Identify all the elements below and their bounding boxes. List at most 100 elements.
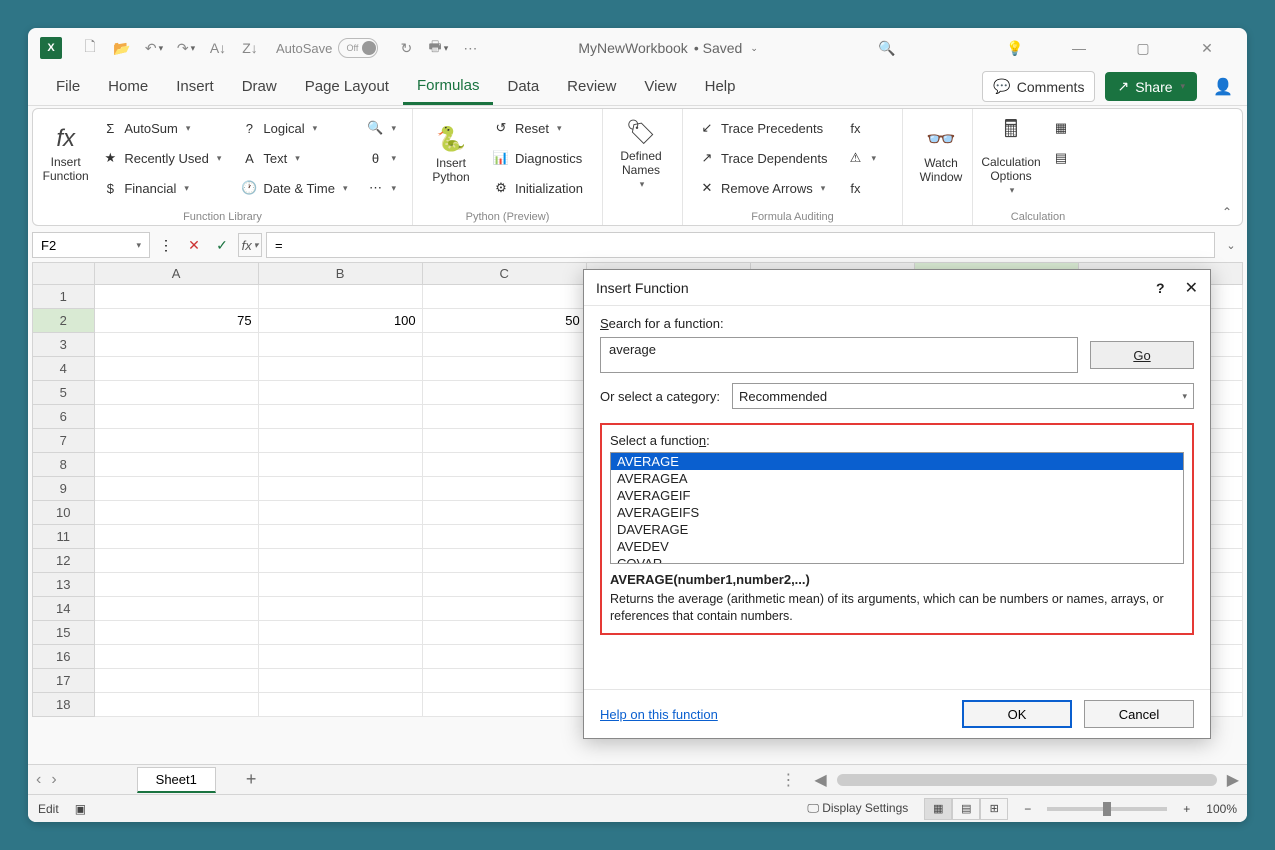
cell-A10[interactable] [94, 501, 258, 525]
hscroll-right-icon[interactable]: ▶ [1227, 770, 1239, 790]
cell-A1[interactable] [94, 285, 258, 309]
remove-arrows-button[interactable]: ✕Remove Arrows▾ [695, 175, 831, 201]
search-icon[interactable]: 🔍 [867, 32, 907, 64]
tab-page-layout[interactable]: Page Layout [291, 70, 403, 103]
more-functions-button[interactable]: ⋯▾ [363, 175, 400, 201]
cell-B2[interactable]: 100 [258, 309, 422, 333]
cell-B3[interactable] [258, 333, 422, 357]
cell-C12[interactable] [422, 549, 586, 573]
tab-review[interactable]: Review [553, 70, 630, 103]
fx-button[interactable]: fx▾ [238, 233, 262, 257]
expand-formula-bar-icon[interactable]: ⌄ [1219, 239, 1243, 252]
insert-python-button[interactable]: 🐍Insert Python [421, 113, 481, 195]
cell-A5[interactable] [94, 381, 258, 405]
page-break-view-icon[interactable]: ⊞ [980, 798, 1008, 820]
hscroll-left-icon[interactable]: ◀ [814, 770, 826, 790]
cell-C9[interactable] [422, 477, 586, 501]
evaluate-formula-button[interactable]: fx [843, 175, 880, 201]
cell-B16[interactable] [258, 645, 422, 669]
row-header-10[interactable]: 10 [33, 501, 95, 525]
row-header-18[interactable]: 18 [33, 693, 95, 717]
zoom-out-icon[interactable]: − [1024, 802, 1031, 816]
row-header-5[interactable]: 5 [33, 381, 95, 405]
cell-C5[interactable] [422, 381, 586, 405]
macro-icon[interactable]: ▣ [75, 802, 86, 816]
help-link[interactable]: Help on this function [600, 707, 718, 722]
formula-more-icon[interactable]: ⋮ [154, 233, 178, 257]
cell-A11[interactable] [94, 525, 258, 549]
reset-button[interactable]: ↺Reset▾ [489, 115, 587, 141]
row-header-1[interactable]: 1 [33, 285, 95, 309]
cell-B1[interactable] [258, 285, 422, 309]
row-header-13[interactable]: 13 [33, 573, 95, 597]
dialog-close-icon[interactable]: ✕ [1185, 278, 1198, 298]
row-header-17[interactable]: 17 [33, 669, 95, 693]
cell-B14[interactable] [258, 597, 422, 621]
close-button[interactable]: ✕ [1187, 32, 1227, 64]
cell-C14[interactable] [422, 597, 586, 621]
calc-sheet-button[interactable]: ▤ [1049, 145, 1073, 171]
math-button[interactable]: θ▾ [363, 145, 400, 171]
cell-C17[interactable] [422, 669, 586, 693]
account-icon[interactable]: 👤 [1213, 77, 1233, 97]
sort-desc-icon[interactable]: Z↓ [236, 34, 264, 62]
diagnostics-button[interactable]: 📊Diagnostics [489, 145, 587, 171]
cancel-button[interactable]: Cancel [1084, 700, 1194, 728]
cell-C15[interactable] [422, 621, 586, 645]
cell-B9[interactable] [258, 477, 422, 501]
sort-asc-icon[interactable]: A↓ [204, 34, 232, 62]
cell-C11[interactable] [422, 525, 586, 549]
show-formulas-button[interactable]: fx [843, 115, 880, 141]
trace-precedents-button[interactable]: ↙Trace Precedents [695, 115, 831, 141]
calc-now-button[interactable]: ▦ [1049, 115, 1073, 141]
initialization-button[interactable]: ⚙Initialization [489, 175, 587, 201]
tab-insert[interactable]: Insert [162, 70, 228, 103]
add-sheet-icon[interactable]: + [246, 769, 257, 790]
date-time-button[interactable]: 🕐Date & Time▾ [237, 175, 351, 201]
autosave-toggle[interactable]: AutoSave Off [276, 38, 378, 58]
defined-names-button[interactable]: 🏷Defined Names▾ [611, 113, 671, 195]
cell-B18[interactable] [258, 693, 422, 717]
cell-C7[interactable] [422, 429, 586, 453]
formula-input[interactable]: = [266, 232, 1215, 258]
row-header-15[interactable]: 15 [33, 621, 95, 645]
new-file-icon[interactable]: 🗋 [76, 34, 104, 62]
cell-A18[interactable] [94, 693, 258, 717]
calc-options-button[interactable]: 🖩Calculation Options▾ [981, 113, 1041, 195]
function-list[interactable]: AVERAGEAVERAGEAAVERAGEIFAVERAGEIFSDAVERA… [610, 452, 1184, 564]
cell-B10[interactable] [258, 501, 422, 525]
cell-B5[interactable] [258, 381, 422, 405]
cell-A12[interactable] [94, 549, 258, 573]
search-input[interactable]: average [600, 337, 1078, 373]
title-dropdown-icon[interactable]: ⌄ [750, 43, 758, 54]
cell-B11[interactable] [258, 525, 422, 549]
cell-A3[interactable] [94, 333, 258, 357]
normal-view-icon[interactable]: ▦ [924, 798, 952, 820]
tab-formulas[interactable]: Formulas [403, 69, 494, 105]
cell-A6[interactable] [94, 405, 258, 429]
refresh-icon[interactable]: ↻ [392, 34, 420, 62]
function-item-averageifs[interactable]: AVERAGEIFS [611, 504, 1183, 521]
namebox-dropdown-icon[interactable]: ▾ [136, 240, 141, 251]
column-header-C[interactable]: C [422, 263, 586, 285]
recently-used-button[interactable]: ★Recently Used▾ [98, 145, 225, 171]
function-item-covar[interactable]: COVAR [611, 555, 1183, 564]
sheet-options-icon[interactable]: ⋮ [780, 770, 796, 790]
sheet-nav-next-icon[interactable]: › [51, 771, 56, 789]
cell-A17[interactable] [94, 669, 258, 693]
function-item-averageif[interactable]: AVERAGEIF [611, 487, 1183, 504]
cell-B12[interactable] [258, 549, 422, 573]
share-button[interactable]: ↗Share▾ [1105, 72, 1197, 101]
logical-button[interactable]: ?Logical▾ [237, 115, 351, 141]
zoom-in-icon[interactable]: + [1183, 802, 1190, 816]
dialog-help-icon[interactable]: ? [1156, 280, 1165, 296]
cell-B15[interactable] [258, 621, 422, 645]
ok-button[interactable]: OK [962, 700, 1072, 728]
cell-B6[interactable] [258, 405, 422, 429]
print-icon[interactable]: 🖶▾ [424, 34, 452, 62]
cell-B4[interactable] [258, 357, 422, 381]
cell-C13[interactable] [422, 573, 586, 597]
qat-more-icon[interactable]: ⋯ [456, 34, 484, 62]
autosum-button[interactable]: ΣAutoSum▾ [98, 115, 225, 141]
cell-A9[interactable] [94, 477, 258, 501]
